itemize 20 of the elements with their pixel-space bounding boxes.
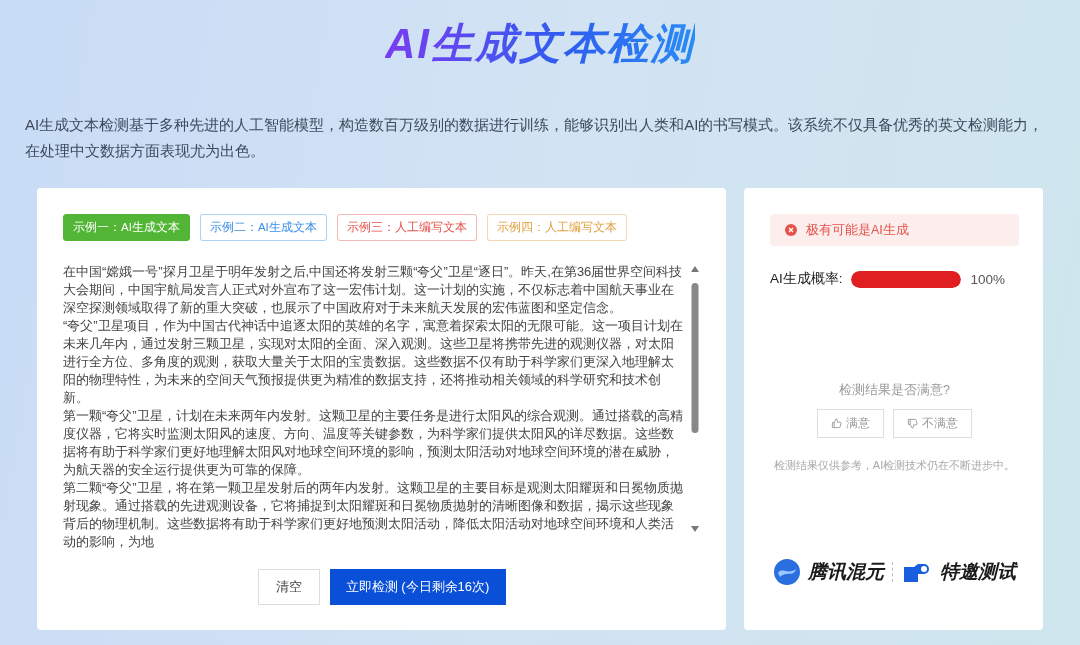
- example-tab[interactable]: 示例一：AI生成文本: [63, 214, 190, 241]
- verdict-text: 极有可能是AI生成: [806, 221, 909, 239]
- feedback-button[interactable]: 不满意: [893, 409, 972, 438]
- clear-button[interactable]: 清空: [257, 569, 320, 605]
- example-tab[interactable]: 示例三：人工编写文本: [336, 214, 477, 241]
- example-tab[interactable]: 示例二：AI生成文本: [199, 214, 327, 241]
- detect-button[interactable]: 立即检测 (今日剩余16次): [329, 569, 506, 605]
- thumbs-up-icon: [831, 418, 842, 429]
- brand-text: 腾讯混元: [807, 560, 884, 584]
- disclaimer-text: 检测结果仅供参考，AI检测技术仍在不断进步中。: [772, 458, 1017, 473]
- badge-text: 特邀测试: [939, 560, 1016, 584]
- probability-reading: 100%: [970, 271, 1006, 287]
- description-text: AI生成文本检测基于多种先进的人工智能模型，构造数百万级别的数据进行训练，能够识别出人类和AI的书写模式。该系统不仅具备优秀的英文检测能力，在处理中文数据方面表现尤为出色。: [25, 115, 1045, 161]
- thumbs-down-icon: [907, 418, 918, 429]
- text-input-area[interactable]: 在中国“嫦娥一号”探月卫星于明年发射之后,中国还将发射三颗“夸父”卫星“逐日”。昨天,在第36届世界空间科技大会期间，中国宇航局发言人正式对外宣布了这一宏伟计划。这一计划的实施，不仅标志着中国航天事业在深空探测领域取得了新的重大突破，也展示了中国政府对于未来航天发展的宏伟蓝图和坚定信念。 “夸父”卫星项目，作为中国古代神话中追逐太阳的英雄的名字，寓意着探索太阳的无限可能。这一项目计划在未来几年内，通过发射三颗卫星，实现对太阳的全面、深入观测。这些卫星将携带先进的观测仪器，对太阳进行全方位、多角度的观测，获取大量关于太阳的宝贵数据。这些数据不仅有助于科学家们更深入地理解太阳的物理特性，为未来的空间天气预报提供更为精准的数据支持，还将推动相关领域的科学研究和技术创新。 第一颗“夸父”卫星，计划在未来两年内发射。这颗卫星的主要任务是进行太阳风的综合观测。通过搭载的高精度仪器，它将实时监测太阳风的速度、方向、温度等关键参数，为科学家们提供太阳风的详尽数据。这些数据将有助于科学家们更好地理解太阳风对地球空间环境的影响，预测太阳活动对地球空间环境的潜在威胁，为航天器的安全运行提供更为可靠的保障。 第二颗“夸父”卫星，将在第一颗卫星发射后的两年内发射。这颗卫星的主要目标是观测太阳耀斑和日冕物质抛射现象。通过搭载的先进观测设备，它将捕捉到太阳耀斑和日冕物质抛射的清晰图像和数据，揭示这些现象背后的物理机制。这些数据将有助于科学家们更好地预测太阳活动，降低太阳活动对地球空间环境和人类活动的影响，为地: [63, 263, 686, 553]
- error-icon: [785, 224, 797, 236]
- feedback-question: 检测结果是否满意?: [838, 382, 951, 399]
- example-tab[interactable]: 示例四：人工编写文本: [486, 214, 627, 241]
- probability-label: AI生成概率:: [770, 270, 843, 288]
- feedback-button[interactable]: 满意: [817, 409, 884, 438]
